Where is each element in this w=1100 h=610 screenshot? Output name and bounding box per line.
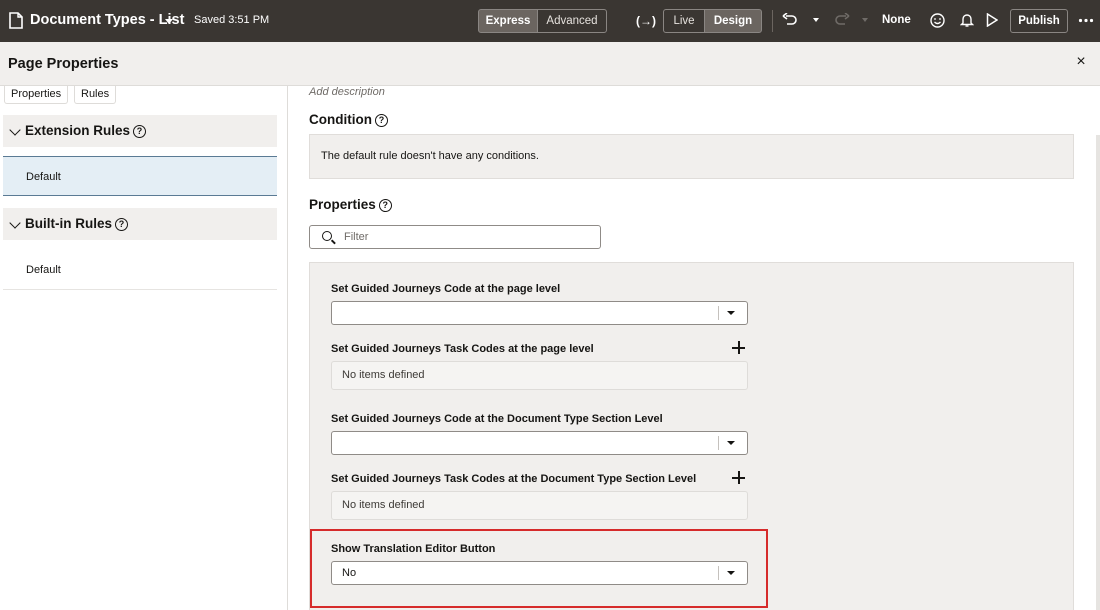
bell-icon[interactable] bbox=[960, 12, 974, 28]
redo-dropdown-icon[interactable] bbox=[862, 18, 868, 22]
field-label: Set Guided Journeys Task Codes at the Do… bbox=[331, 473, 697, 485]
chevron-down-icon[interactable] bbox=[727, 441, 735, 445]
rule-item-extension-default[interactable]: Default bbox=[3, 156, 277, 196]
design-button[interactable]: Design bbox=[704, 9, 762, 33]
help-icon[interactable]: ? bbox=[133, 125, 147, 138]
none-selector[interactable]: None bbox=[882, 14, 911, 26]
highlight-box bbox=[310, 529, 768, 608]
redo-icon[interactable] bbox=[834, 13, 850, 27]
help-icon[interactable]: ? bbox=[378, 199, 392, 212]
task-codes-section-list: No items defined bbox=[331, 491, 748, 520]
undo-dropdown-icon[interactable] bbox=[813, 18, 819, 22]
built-in-rules-label: Built-in Rules bbox=[25, 216, 112, 231]
properties-heading: Properties? bbox=[309, 197, 392, 212]
title-dropdown-icon[interactable] bbox=[165, 19, 173, 24]
field-label: Set Guided Journeys Code at the Document… bbox=[331, 413, 663, 425]
add-description-link[interactable]: Add description bbox=[309, 86, 385, 98]
panel-header: Page Properties × bbox=[0, 42, 1100, 86]
select-divider bbox=[718, 306, 719, 320]
help-icon[interactable]: ? bbox=[374, 114, 388, 127]
chevron-down-icon[interactable] bbox=[727, 311, 735, 315]
filter-input[interactable]: Filter bbox=[309, 225, 601, 249]
condition-heading: Condition? bbox=[309, 112, 388, 127]
document-icon bbox=[9, 12, 23, 29]
panel-title: Page Properties bbox=[8, 56, 119, 72]
page-title[interactable]: Document Types - List bbox=[30, 12, 184, 28]
more-options-icon[interactable] bbox=[1078, 18, 1094, 23]
extension-rules-label: Extension Rules bbox=[25, 123, 131, 138]
rules-sidebar: Properties Rules Extension Rules? Defaul… bbox=[0, 86, 288, 610]
help-icon[interactable]: ? bbox=[115, 218, 128, 231]
extension-rules-header[interactable]: Extension Rules? bbox=[3, 115, 277, 147]
rule-item-builtin-default[interactable]: Default bbox=[3, 250, 277, 290]
properties-title: Properties bbox=[309, 197, 376, 212]
express-mode-button[interactable]: Express bbox=[478, 9, 538, 33]
add-icon[interactable] bbox=[732, 471, 746, 485]
condition-title: Condition bbox=[309, 112, 372, 127]
smiley-icon[interactable] bbox=[930, 13, 945, 28]
filter-placeholder: Filter bbox=[344, 231, 369, 243]
field-label: Set Guided Journeys Task Codes at the pa… bbox=[331, 343, 594, 355]
toolbar-divider bbox=[772, 10, 773, 32]
advanced-mode-button[interactable]: Advanced bbox=[537, 9, 607, 33]
expression-icon[interactable]: (→) bbox=[635, 10, 657, 32]
task-codes-page-list: No items defined bbox=[331, 361, 748, 390]
tab-rules[interactable]: Rules bbox=[74, 86, 117, 104]
select-divider bbox=[718, 436, 719, 450]
publish-button[interactable]: Publish bbox=[1010, 9, 1068, 33]
field-label: Set Guided Journeys Code at the page lev… bbox=[331, 283, 561, 295]
saved-status: Saved 3:51 PM bbox=[194, 14, 270, 26]
search-icon bbox=[322, 231, 332, 241]
add-icon[interactable] bbox=[732, 341, 746, 355]
top-bar: Document Types - List Saved 3:51 PM Expr… bbox=[0, 0, 1100, 42]
chevron-down-icon[interactable] bbox=[9, 217, 21, 229]
close-icon[interactable]: × bbox=[1072, 53, 1090, 71]
chevron-down-icon[interactable] bbox=[9, 124, 21, 136]
play-icon[interactable] bbox=[986, 13, 998, 27]
guided-journeys-code-section-select[interactable] bbox=[331, 431, 748, 455]
guided-journeys-code-page-select[interactable] bbox=[331, 301, 748, 325]
built-in-rules-header[interactable]: Built-in Rules? bbox=[3, 208, 277, 240]
live-button[interactable]: Live bbox=[663, 9, 705, 33]
tab-properties[interactable]: Properties bbox=[4, 86, 69, 104]
undo-icon[interactable] bbox=[782, 13, 798, 27]
scrollbar[interactable] bbox=[1096, 135, 1100, 610]
condition-box: The default rule doesn't have any condit… bbox=[309, 134, 1074, 179]
